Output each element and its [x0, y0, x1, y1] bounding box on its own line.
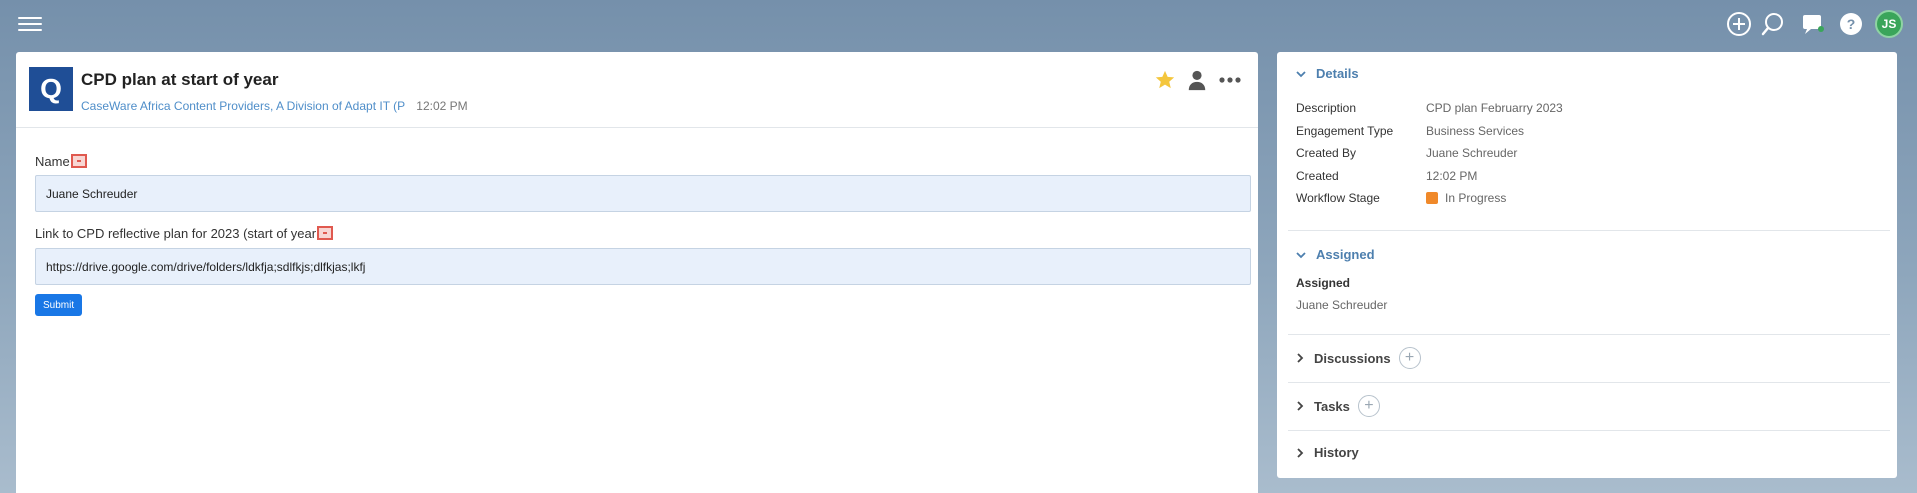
- submit-button[interactable]: Submit: [35, 294, 83, 316]
- detail-row-created: Created 12:02 PM: [1296, 169, 1477, 183]
- detail-value: Business Services: [1426, 124, 1525, 138]
- detail-key: Created By: [1296, 146, 1357, 160]
- detail-value: Juane Schreuder: [1426, 146, 1518, 160]
- detail-row-created-by: Created By Juane Schreuder: [1296, 146, 1517, 160]
- chevron-down-icon: [1296, 251, 1306, 258]
- svg-text:?: ?: [1847, 16, 1856, 32]
- organization-link[interactable]: CaseWare Africa Content Providers, A Div…: [81, 99, 405, 113]
- chat-icon[interactable]: [1800, 11, 1826, 37]
- name-input[interactable]: [35, 175, 1251, 212]
- card-subtitle: CaseWare Africa Content Providers, A Div…: [81, 99, 468, 113]
- page-title: CPD plan at start of year: [81, 70, 279, 89]
- questionnaire-form: Name Link to CPD reflective plan for 202…: [35, 152, 1251, 316]
- required-marker-icon: [70, 154, 87, 168]
- details-heading: Details: [1316, 66, 1359, 81]
- card-header: Q CPD plan at start of year CaseWare Afr…: [16, 52, 1258, 128]
- star-icon[interactable]: [1154, 69, 1176, 91]
- divider: [1288, 430, 1890, 431]
- add-icon[interactable]: [1726, 11, 1752, 37]
- detail-key: Created: [1296, 169, 1339, 183]
- name-field-label: Name: [35, 152, 1251, 170]
- link-field-label: Link to CPD reflective plan for 2023 (st…: [35, 224, 1251, 242]
- chevron-down-icon: [1296, 70, 1306, 77]
- divider: [1288, 230, 1890, 231]
- person-icon[interactable]: [1186, 69, 1208, 91]
- search-icon[interactable]: [1760, 11, 1786, 37]
- detail-row-engagement-type: Engagement Type Business Services: [1296, 124, 1524, 138]
- detail-key: Engagement Type: [1296, 124, 1394, 138]
- detail-row-workflow-stage: Workflow Stage In Progress: [1296, 191, 1506, 205]
- menu-icon[interactable]: [18, 14, 42, 34]
- workflow-stage-value: In Progress: [1426, 191, 1506, 205]
- user-avatar[interactable]: JS: [1875, 10, 1903, 38]
- tasks-heading: Tasks: [1314, 398, 1350, 414]
- detail-key: Description: [1296, 101, 1357, 115]
- side-panel: Details Description CPD plan Februarry 2…: [1277, 52, 1897, 478]
- chevron-right-icon: [1297, 447, 1304, 458]
- top-bar: ? JS: [0, 0, 1917, 48]
- created-time: 12:02 PM: [416, 99, 468, 113]
- detail-row-description: Description CPD plan Februarry 2023: [1296, 101, 1563, 115]
- main-card: Q CPD plan at start of year CaseWare Afr…: [16, 52, 1258, 493]
- link-label-text: Link to CPD reflective plan for 2023 (st…: [35, 225, 317, 241]
- chevron-right-icon: [1297, 401, 1304, 411]
- detail-value: 12:02 PM: [1426, 169, 1478, 183]
- link-input[interactable]: [35, 248, 1251, 285]
- required-marker-icon: [317, 226, 334, 240]
- divider: [1288, 382, 1890, 383]
- discussions-heading: Discussions: [1314, 350, 1391, 366]
- stage-status-icon: [1426, 192, 1438, 204]
- workflow-stage-text: In Progress: [1445, 191, 1507, 205]
- history-heading: History: [1314, 445, 1359, 460]
- detail-value: CPD plan Februarry 2023: [1426, 101, 1563, 115]
- discussions-section-toggle[interactable]: Discussions +: [1296, 347, 1421, 369]
- chevron-right-icon: [1297, 353, 1304, 363]
- assigned-heading: Assigned: [1316, 247, 1375, 262]
- tasks-section-toggle[interactable]: Tasks +: [1296, 395, 1380, 417]
- details-section-toggle[interactable]: Details: [1296, 66, 1359, 81]
- help-icon[interactable]: ?: [1838, 11, 1864, 37]
- add-discussion-icon[interactable]: +: [1398, 347, 1421, 369]
- more-options-icon[interactable]: [1218, 69, 1242, 91]
- add-task-icon[interactable]: +: [1357, 395, 1380, 417]
- questionnaire-badge: Q: [29, 67, 73, 111]
- divider: [1288, 334, 1890, 335]
- detail-key: Workflow Stage: [1296, 191, 1380, 205]
- history-section-toggle[interactable]: History: [1296, 445, 1359, 460]
- assigned-label: Assigned: [1296, 276, 1351, 290]
- assigned-user[interactable]: Juane Schreuder: [1296, 298, 1387, 312]
- assigned-section-toggle[interactable]: Assigned: [1296, 247, 1375, 262]
- name-label-text: Name: [35, 153, 70, 169]
- header-actions: [1154, 69, 1242, 91]
